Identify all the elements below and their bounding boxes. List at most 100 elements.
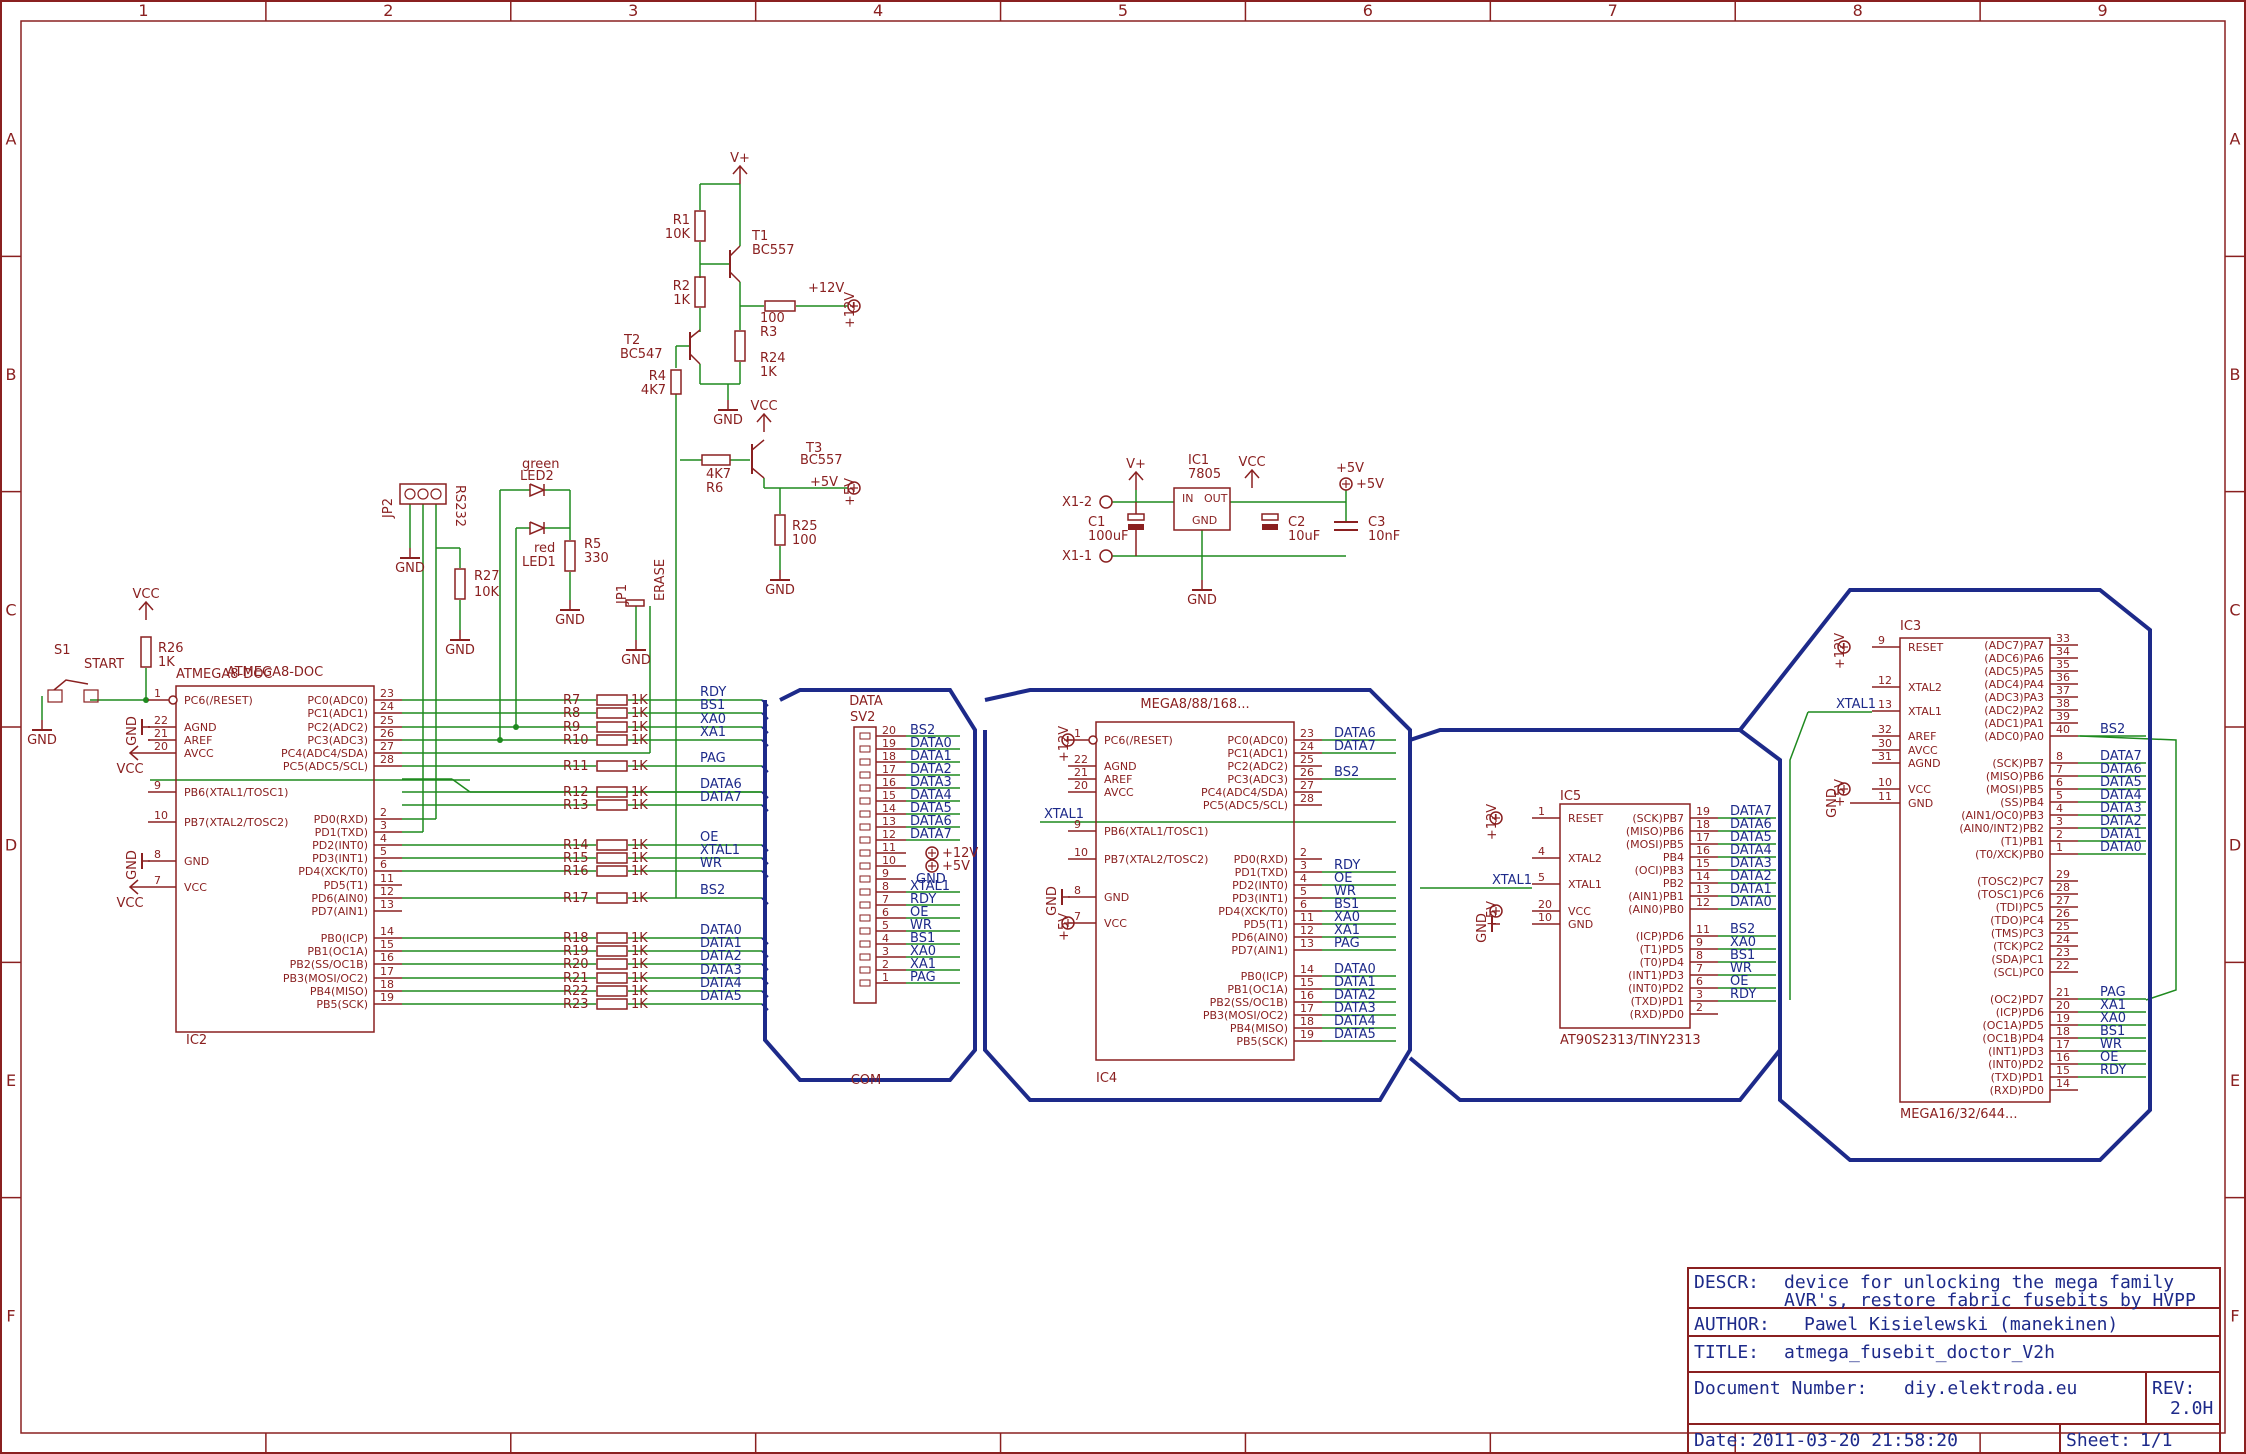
pin-name: VCC — [1908, 783, 1931, 796]
pin-number: 6 — [1696, 975, 1703, 988]
pin-number: 8 — [1074, 884, 1081, 897]
pin-name: PD0(RXD) — [314, 813, 368, 826]
net-label: PAG — [910, 970, 936, 985]
connector-bottom-label: COM — [851, 1073, 882, 1088]
pin-name: IN — [1182, 492, 1193, 505]
pin-name: (INT0)PD2 — [1988, 1058, 2044, 1071]
pin-name: AVCC — [1908, 744, 1938, 757]
terminal-label: X1-2 — [1062, 495, 1092, 510]
pin-name: XTAL1 — [1908, 705, 1942, 718]
pin-name: PB0(ICP) — [321, 932, 368, 945]
pin-number: 7 — [1696, 962, 1703, 975]
pin-number: 7 — [154, 874, 161, 887]
pin-name: (T1)PB1 — [2001, 835, 2044, 848]
pin-name: (ADC2)PA2 — [1984, 704, 2044, 717]
pin-number: 13 — [380, 898, 394, 911]
net-label: DATA5 — [1334, 1027, 1376, 1042]
connector-pin — [859, 979, 871, 987]
connector-sv2-body — [853, 726, 877, 1004]
resistor-value: 330 — [584, 551, 609, 566]
grid-row-label: F — [2230, 1306, 2239, 1325]
header-label: RS232 — [452, 485, 467, 527]
date-label: Date: — [1694, 1430, 1748, 1451]
grid-row-label: C — [2229, 600, 2240, 619]
pin-number: 1 — [154, 687, 161, 700]
pin-name: PC4(ADC4/SDA) — [1201, 786, 1288, 799]
pin-number: 9 — [154, 779, 161, 792]
led-name: LED2 — [520, 469, 554, 484]
pin-number: 8 — [1696, 949, 1703, 962]
pin-number: 12 — [1696, 896, 1710, 909]
resistor — [596, 865, 628, 877]
pin-number: 29 — [2056, 868, 2070, 881]
resistor-name: R11 — [563, 759, 589, 774]
pin-name: PD2(INT0) — [312, 839, 368, 852]
pin-number: 24 — [2056, 933, 2070, 946]
pin-name: RESET — [1568, 812, 1604, 825]
pin-name: (INT1)PD3 — [1628, 969, 1684, 982]
gnd-label: GND — [621, 653, 651, 668]
pin-name: (TMS)PC3 — [1991, 927, 2044, 940]
pin-number: 18 — [1300, 1015, 1314, 1028]
led1-symbol — [529, 521, 546, 536]
resistor — [596, 799, 628, 811]
pin-number: 20 — [154, 740, 168, 753]
pin-number: 19 — [882, 737, 896, 750]
author-value: Pawel Kisielewski (manekinen) — [1804, 1314, 2118, 1335]
pin-number: 30 — [1878, 737, 1892, 750]
pin-name: VCC — [184, 881, 207, 894]
pin-number: 4 — [1300, 872, 1307, 885]
supply-label: +5V — [1356, 477, 1384, 492]
pin-number: 5 — [1300, 885, 1307, 898]
pin-name: OUT — [1204, 492, 1228, 505]
pin-name: (TDO)PC4 — [1990, 914, 2044, 927]
cap-value: 100uF — [1088, 529, 1129, 544]
pin-number: 15 — [380, 938, 394, 951]
pin-name: PD3(INT1) — [1232, 892, 1288, 905]
pin-name: PD1(TXD) — [1235, 866, 1288, 879]
pin-number: 1 — [882, 971, 889, 984]
cap-name: C2 — [1288, 515, 1305, 530]
grid-row-label: D — [5, 836, 17, 855]
resistor-name: R27 — [474, 569, 500, 584]
connector-pin — [859, 758, 871, 766]
resistor-name: R13 — [563, 798, 589, 813]
ic-name: IC3 — [1900, 619, 1921, 634]
pin-number: 40 — [2056, 723, 2070, 736]
pin-number: 28 — [1300, 792, 1314, 805]
junction — [497, 737, 503, 743]
pin-number: 18 — [2056, 1025, 2070, 1038]
pin-name: GND — [184, 855, 209, 868]
resistor-value: 1K — [631, 864, 648, 879]
pin-number: 16 — [1300, 989, 1314, 1002]
capacitor-c1-plate — [1128, 524, 1144, 530]
resistor-name: R10 — [563, 733, 589, 748]
pin-number: 13 — [1878, 698, 1892, 711]
capacitor-c2-plate — [1262, 524, 1278, 530]
connector-pin — [859, 875, 871, 883]
gnd-label: GND — [125, 850, 140, 880]
supply-label: V+ — [1126, 457, 1146, 472]
resistor — [596, 760, 628, 772]
pin-number: 33 — [2056, 632, 2070, 645]
ic-name: IC4 — [1096, 1071, 1117, 1086]
resistor-name: R25 — [792, 519, 818, 534]
pin-name: VCC — [1568, 905, 1591, 918]
net-wire — [451, 778, 471, 793]
pin-name: PC2(ADC2) — [307, 721, 368, 734]
resistor — [596, 932, 628, 944]
pin-number: 12 — [882, 828, 896, 841]
pin-name: PC4(ADC4/SDA) — [281, 747, 368, 760]
pin-number: 6 — [2056, 776, 2063, 789]
pin-name: PC3(ADC3) — [1227, 773, 1288, 786]
grid-column-label: 6 — [1363, 1, 1373, 20]
grid-row-label: C — [5, 600, 16, 619]
resistor — [596, 972, 628, 984]
pin-name: PB2(SS/OC1B) — [1210, 996, 1288, 1009]
pin-name: (TOSC2)PC7 — [1977, 875, 2044, 888]
pin-name: XTAL1 — [1568, 878, 1602, 891]
resistor — [596, 945, 628, 957]
ic-name: IC2 — [186, 1033, 207, 1048]
pin-name: XTAL2 — [1908, 681, 1942, 694]
grid-row-label: F — [6, 1306, 15, 1325]
